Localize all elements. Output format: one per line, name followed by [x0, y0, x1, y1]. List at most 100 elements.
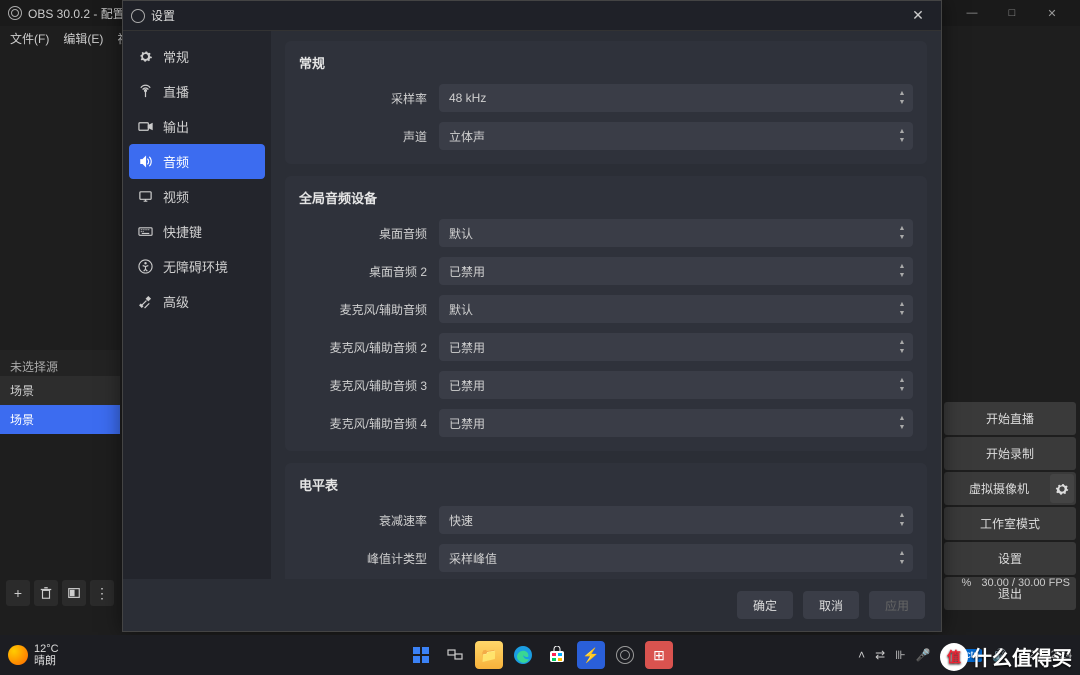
section-general: 常规 采样率 48 kHz ▲▼ 声道 立体声 ▲▼ [285, 41, 927, 164]
settings-sidebar: 常规 直播 输出 音频 视频 快捷键 [123, 31, 271, 579]
peak-type-label: 峰值计类型 [299, 550, 439, 567]
watermark-icon: 值 [940, 643, 968, 671]
scene-item[interactable]: 场景 [0, 405, 120, 434]
scenes-header: 场景 [0, 376, 120, 405]
select-value: 默认 [449, 225, 473, 242]
scene-more-button[interactable]: ⋮ [90, 580, 114, 606]
mic2-label: 麦克风/辅助音频 2 [299, 339, 439, 356]
peak-type-select[interactable]: 采样峰值▲▼ [439, 544, 913, 572]
sidebar-item-advanced[interactable]: 高级 [123, 284, 271, 319]
channels-label: 声道 [299, 128, 439, 145]
app-icon-1[interactable]: ⚡ [577, 641, 605, 669]
tray-eq-icon[interactable]: ⊪ [895, 648, 905, 662]
explorer-icon[interactable]: 📁 [475, 641, 503, 669]
app-icon-2[interactable]: ⊞ [645, 641, 673, 669]
mic4-label: 麦克风/辅助音频 4 [299, 415, 439, 432]
sidebar-label: 输出 [163, 117, 189, 136]
scene-filter-button[interactable] [62, 580, 86, 606]
mic3-select[interactable]: 已禁用▲▼ [439, 371, 913, 399]
select-value: 已禁用 [449, 415, 485, 432]
section-global-devices: 全局音频设备 桌面音频 默认▲▼ 桌面音频 2 已禁用▲▼ 麦克风/辅助音频 默… [285, 176, 927, 451]
accessibility-icon [137, 259, 153, 275]
minimize-button[interactable]: — [952, 0, 992, 26]
dialog-titlebar: 设置 ✕ [123, 1, 941, 31]
sidebar-item-hotkeys[interactable]: 快捷键 [123, 214, 271, 249]
watermark-text: 什么值得买 [972, 642, 1072, 671]
fps-counter: 30.00 / 30.00 FPS [981, 577, 1070, 589]
sidebar-label: 视频 [163, 187, 189, 206]
weather-icon [8, 645, 28, 665]
select-value: 默认 [449, 301, 473, 318]
desktop-audio-label: 桌面音频 [299, 225, 439, 242]
select-value: 快速 [449, 512, 473, 529]
maximize-button[interactable]: □ [992, 0, 1032, 26]
select-value: 采样峰值 [449, 550, 497, 567]
store-icon[interactable] [543, 641, 571, 669]
sidebar-label: 高级 [163, 292, 189, 311]
section-title: 常规 [299, 53, 913, 72]
sidebar-label: 快捷键 [163, 222, 202, 241]
sidebar-item-video[interactable]: 视频 [123, 179, 271, 214]
cancel-button[interactable]: 取消 [803, 591, 859, 619]
desktop-audio-select[interactable]: 默认▲▼ [439, 219, 913, 247]
settings-content[interactable]: 常规 采样率 48 kHz ▲▼ 声道 立体声 ▲▼ [271, 31, 941, 579]
mic3-label: 麦克风/辅助音频 3 [299, 377, 439, 394]
sample-rate-select[interactable]: 48 kHz ▲▼ [439, 84, 913, 112]
dialog-title: 设置 [151, 7, 175, 24]
close-button[interactable]: ✕ [1032, 0, 1072, 26]
weather-widget[interactable]: 12°C 晴朗 [8, 643, 59, 667]
statusbar: % 30.00 / 30.00 FPS [952, 571, 1080, 595]
monitor-icon [137, 189, 153, 205]
temperature: 12°C [34, 643, 59, 655]
start-stream-button[interactable]: 开始直播 [944, 402, 1076, 435]
tray-chevron-icon[interactable]: ˄ [858, 648, 865, 662]
tray-mic-icon[interactable]: 🎤 [916, 648, 931, 662]
select-value: 48 kHz [449, 91, 486, 105]
channels-select[interactable]: 立体声 ▲▼ [439, 122, 913, 150]
sidebar-item-general[interactable]: 常规 [123, 39, 271, 74]
antenna-icon [137, 84, 153, 100]
dialog-close-button[interactable]: ✕ [903, 1, 933, 31]
apply-button[interactable]: 应用 [869, 591, 925, 619]
task-view-button[interactable] [441, 641, 469, 669]
cpu-pct: % [962, 577, 972, 589]
virtual-camera-button[interactable]: 虚拟摄像机 [944, 472, 1076, 505]
section-meters: 电平表 衰减速率 快速▲▼ 峰值计类型 采样峰值▲▼ [285, 463, 927, 579]
mic2-select[interactable]: 已禁用▲▼ [439, 333, 913, 361]
settings-dialog: 设置 ✕ 常规 直播 输出 音频 视频 [122, 0, 942, 632]
sidebar-item-accessibility[interactable]: 无障碍环境 [123, 249, 271, 284]
decay-rate-select[interactable]: 快速▲▼ [439, 506, 913, 534]
studio-mode-button[interactable]: 工作室模式 [944, 507, 1076, 540]
virtual-camera-settings-button[interactable] [1050, 474, 1074, 503]
obs-taskbar-icon[interactable] [611, 641, 639, 669]
start-record-button[interactable]: 开始录制 [944, 437, 1076, 470]
ok-button[interactable]: 确定 [737, 591, 793, 619]
gear-icon [137, 49, 153, 65]
mic1-select[interactable]: 默认▲▼ [439, 295, 913, 323]
section-title: 全局音频设备 [299, 188, 913, 207]
virtual-camera-label: 虚拟摄像机 [969, 482, 1029, 496]
source-unselected: 未选择源 [0, 350, 120, 376]
menu-file[interactable]: 文件(F) [10, 30, 49, 47]
taskbar[interactable]: 12°C 晴朗 📁 ⚡ ⊞ ˄ ⇄ ⊪ 🎤 英 ctu 🔊 2023/12/24 [0, 635, 1080, 675]
desktop-audio2-select[interactable]: 已禁用▲▼ [439, 257, 913, 285]
select-value: 已禁用 [449, 263, 485, 280]
desktop-audio2-label: 桌面音频 2 [299, 263, 439, 280]
sidebar-item-stream[interactable]: 直播 [123, 74, 271, 109]
start-button[interactable] [407, 641, 435, 669]
section-title: 电平表 [299, 475, 913, 494]
obs-logo-icon [131, 9, 145, 23]
sidebar-label: 音频 [163, 152, 189, 171]
mic4-select[interactable]: 已禁用▲▼ [439, 409, 913, 437]
sidebar-item-output[interactable]: 输出 [123, 109, 271, 144]
tray-network-icon[interactable]: ⇄ [875, 648, 885, 662]
edge-icon[interactable] [509, 641, 537, 669]
menu-edit[interactable]: 编辑(E) [63, 30, 103, 47]
sidebar-item-audio[interactable]: 音频 [129, 144, 265, 179]
add-scene-button[interactable]: + [6, 580, 30, 606]
watermark: 值 什么值得买 [940, 642, 1072, 671]
delete-scene-button[interactable] [34, 580, 58, 606]
sidebar-label: 直播 [163, 82, 189, 101]
select-value: 立体声 [449, 128, 485, 145]
dialog-footer: 确定 取消 应用 [123, 579, 941, 631]
